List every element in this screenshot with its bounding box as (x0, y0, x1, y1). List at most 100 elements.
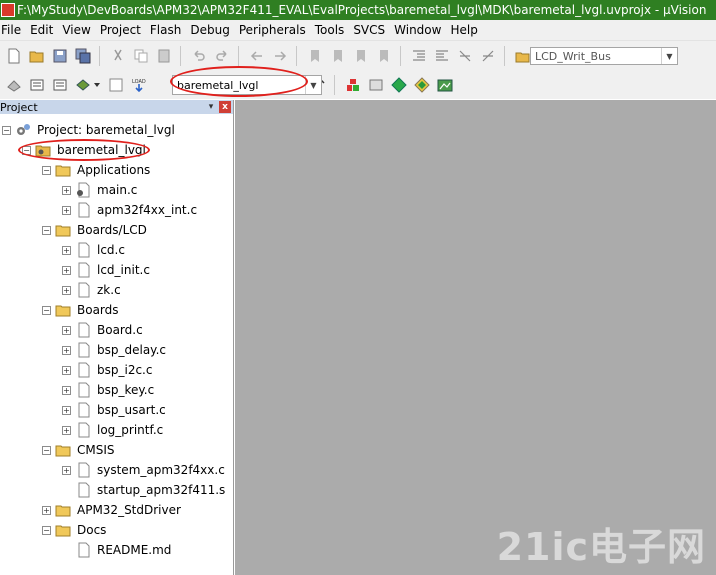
select-packs-icon[interactable] (367, 76, 385, 94)
tree-project-label: Project: baremetal_lvgl (37, 123, 175, 137)
undo-icon[interactable] (190, 47, 208, 65)
comment-icon[interactable] (456, 47, 474, 65)
collapse-icon[interactable]: − (42, 165, 51, 175)
menu-svcs[interactable]: SVCS (350, 23, 391, 37)
save-all-icon[interactable] (74, 47, 92, 65)
expand-icon[interactable]: + (42, 505, 51, 515)
open-folder-icon[interactable] (28, 47, 46, 65)
expand-icon[interactable]: + (62, 205, 71, 215)
bookmark-clear-icon[interactable] (375, 47, 393, 65)
pack-installer-icon[interactable] (413, 76, 431, 94)
collapse-icon[interactable]: − (2, 125, 11, 135)
paste-icon[interactable] (155, 47, 173, 65)
expand-icon[interactable]: + (62, 325, 71, 335)
tree-group-label: APM32_StdDriver (77, 503, 181, 517)
tree-file[interactable]: + Board.c (62, 320, 143, 340)
tree-file-label: apm32f4xx_int.c (97, 203, 198, 217)
tree-target[interactable]: − baremetal_lvgl (22, 140, 146, 160)
expand-icon[interactable]: + (62, 345, 71, 355)
expand-icon[interactable]: + (62, 365, 71, 375)
tree-file[interactable]: startup_apm32f411.s (75, 480, 225, 500)
target-select[interactable]: baremetal_lvgl ▼ (172, 75, 322, 95)
tree-file[interactable]: + apm32f4xx_int.c (62, 200, 197, 220)
rebuild-icon[interactable] (51, 76, 69, 94)
target-select-value: baremetal_lvgl (177, 78, 259, 92)
cut-icon[interactable] (109, 47, 127, 65)
menu-project[interactable]: Project (97, 23, 147, 37)
menu-peripherals[interactable]: Peripherals (236, 23, 312, 37)
manage-project-items-icon[interactable] (344, 76, 362, 94)
menu-window[interactable]: Window (391, 23, 447, 37)
tree-file[interactable]: + bsp_i2c.c (62, 360, 152, 380)
bookmark-prev-icon[interactable] (329, 47, 347, 65)
tree-file[interactable]: + main.c (62, 180, 137, 200)
tree-group[interactable]: − CMSIS (42, 440, 115, 460)
tree-file[interactable]: + lcd.c (62, 240, 125, 260)
save-icon[interactable] (51, 47, 69, 65)
tree-file[interactable]: + log_printf.c (62, 420, 163, 440)
tree-group[interactable]: − Docs (42, 520, 106, 540)
tree-group[interactable]: + APM32_StdDriver (42, 500, 181, 520)
redo-icon[interactable] (213, 47, 231, 65)
uncomment-icon[interactable] (479, 47, 497, 65)
menu-debug[interactable]: Debug (187, 23, 235, 37)
menu-tools[interactable]: Tools (312, 23, 351, 37)
collapse-icon[interactable]: − (42, 225, 51, 235)
close-icon[interactable]: x (219, 101, 231, 113)
batch-build-icon[interactable] (74, 76, 92, 94)
nav-back-icon[interactable] (248, 47, 266, 65)
toolbar-separator (99, 45, 100, 66)
expand-icon[interactable]: + (62, 465, 71, 475)
expand-icon[interactable]: + (62, 385, 71, 395)
tree-file[interactable]: + system_apm32f4xx.c (62, 460, 225, 480)
tree-group-label: CMSIS (77, 443, 115, 457)
tree-file[interactable]: + bsp_delay.c (62, 340, 166, 360)
pin-icon[interactable]: ▾ (205, 101, 217, 113)
chevron-down-icon[interactable]: ▼ (661, 48, 677, 64)
tree-file[interactable]: + zk.c (62, 280, 121, 300)
translate-icon[interactable] (5, 76, 23, 94)
tree-file[interactable]: + bsp_usart.c (62, 400, 166, 420)
unindent-icon[interactable] (433, 47, 451, 65)
tree-group[interactable]: − Applications (42, 160, 150, 180)
collapse-icon[interactable]: − (42, 525, 51, 535)
environment-icon[interactable] (436, 76, 454, 94)
stop-build-icon[interactable] (92, 76, 102, 94)
tree-project-root[interactable]: − Project: baremetal_lvgl (2, 120, 175, 140)
chevron-down-icon[interactable]: ▼ (305, 76, 321, 94)
copy-icon[interactable] (132, 47, 150, 65)
file-icon (75, 542, 91, 558)
expand-icon[interactable]: + (62, 245, 71, 255)
download-icon[interactable] (107, 76, 125, 94)
load-icon[interactable]: LOAD (130, 76, 148, 94)
tree-file[interactable]: + bsp_key.c (62, 380, 154, 400)
collapse-icon[interactable]: − (42, 305, 51, 315)
bookmark-toggle-icon[interactable] (306, 47, 324, 65)
menu-flash[interactable]: Flash (147, 23, 187, 37)
collapse-icon[interactable]: − (42, 445, 51, 455)
nav-forward-icon[interactable] (271, 47, 289, 65)
build-icon[interactable] (28, 76, 46, 94)
tree-group[interactable]: − Boards (42, 300, 119, 320)
tree-file-label: system_apm32f4xx.c (97, 463, 225, 477)
tree-group[interactable]: − Boards/LCD (42, 220, 147, 240)
target-folder-icon (35, 142, 51, 158)
manage-rte-icon[interactable] (390, 76, 408, 94)
menu-help[interactable]: Help (447, 23, 483, 37)
folder-icon (55, 502, 71, 518)
expand-icon[interactable]: + (62, 285, 71, 295)
expand-icon[interactable]: + (62, 185, 71, 195)
tree-file[interactable]: + lcd_init.c (62, 260, 150, 280)
indent-icon[interactable] (410, 47, 428, 65)
expand-icon[interactable]: + (62, 265, 71, 275)
new-file-icon[interactable] (5, 47, 23, 65)
expand-icon[interactable]: + (62, 405, 71, 415)
collapse-icon[interactable]: − (22, 145, 31, 155)
function-combo[interactable]: LCD_Writ_Bus ▼ (530, 47, 678, 65)
menu-file[interactable]: File (0, 23, 27, 37)
tree-file[interactable]: README.md (75, 540, 171, 560)
expand-icon[interactable]: + (62, 425, 71, 435)
menu-view[interactable]: View (59, 23, 96, 37)
bookmark-next-icon[interactable] (352, 47, 370, 65)
menu-edit[interactable]: Edit (27, 23, 59, 37)
